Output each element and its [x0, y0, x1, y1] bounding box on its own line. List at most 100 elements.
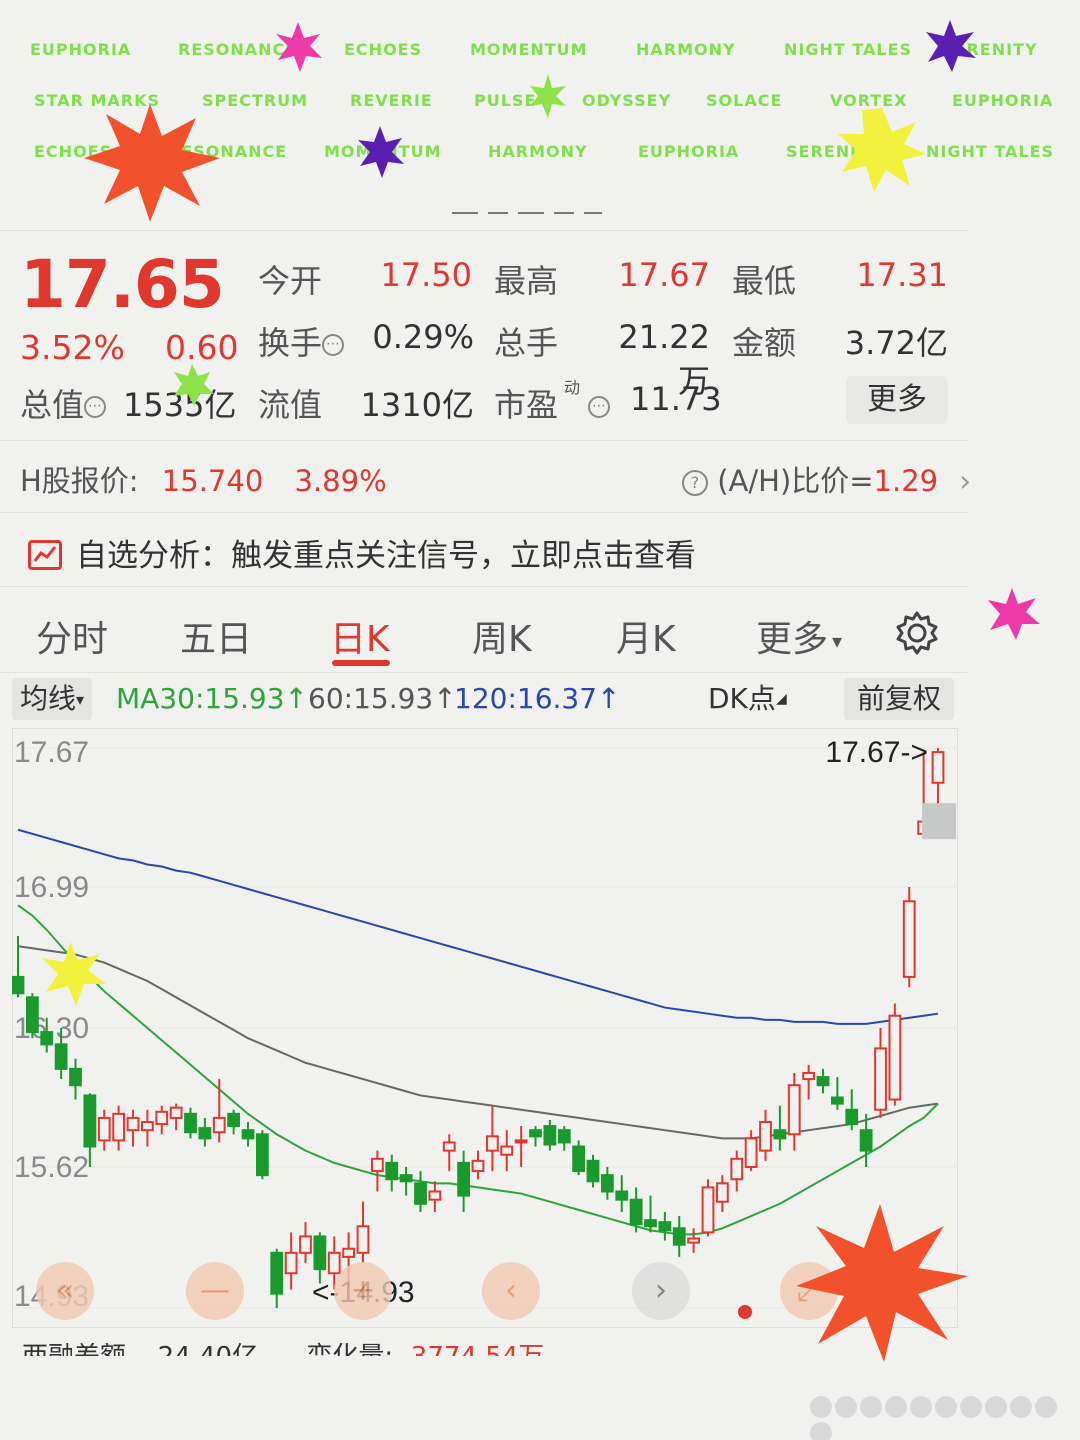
ma60-value: 60:15.93↑ [308, 682, 457, 715]
candle-body [615, 1190, 629, 1201]
change-amount: 0.60 [165, 328, 239, 367]
candle-body [428, 1190, 442, 1201]
scroll-start-button[interactable]: « [36, 1262, 94, 1320]
candle-body [586, 1159, 600, 1183]
tab-weekly-k[interactable]: 周K [472, 610, 532, 662]
candle-body [658, 1221, 672, 1232]
candle-body [342, 1247, 356, 1258]
open-label: 今开 [258, 262, 323, 300]
sticker-word: REVERIE [350, 91, 433, 110]
candle-body [313, 1235, 327, 1271]
tab-more-label: 更多 [756, 619, 829, 660]
candle-body [485, 1135, 499, 1152]
ma-selector[interactable]: 均线▾ [12, 678, 93, 720]
margin-balance-label: 两融差额 [22, 1342, 126, 1356]
candle-body [730, 1157, 744, 1181]
low-label: 最低 [732, 262, 797, 300]
pe-label-text: 市盈 [494, 386, 559, 424]
candle-body [672, 1227, 686, 1246]
sticker-word: HARMONY [488, 142, 588, 161]
candle-body [25, 996, 39, 1034]
adjust-button[interactable]: 前复权 [844, 678, 954, 720]
sticker-word: EUPHORIA [30, 40, 132, 59]
zoom-out-button[interactable]: — [186, 1262, 244, 1320]
tab-more[interactable]: 更多 ▾ [756, 610, 842, 662]
info-icon[interactable]: ⋯ [84, 396, 107, 418]
candle-body [198, 1127, 212, 1140]
divider [0, 512, 968, 513]
divider [0, 230, 968, 231]
analysis-banner[interactable]: 自选分析：触发重点关注信号，立即点击查看 [28, 530, 696, 575]
candle-body [471, 1159, 485, 1173]
candle-body [744, 1137, 758, 1168]
sticker-word: MOMENTUM [470, 40, 588, 59]
candle-body [212, 1116, 226, 1134]
market-value-label[interactable]: 总值 ⋯ [20, 380, 107, 426]
candle-body [457, 1161, 471, 1197]
tab-five-day[interactable]: 五日 [180, 610, 252, 662]
fullscreen-button[interactable]: ⤢ [780, 1262, 838, 1320]
dk-point-button[interactable]: DK点◢ [700, 678, 795, 720]
pe-label[interactable]: 市盈 ⋯ [494, 380, 611, 426]
volume-label: 总手 [494, 324, 559, 362]
page-indicator [810, 1396, 1080, 1440]
up-arrow-icon: ↑ [284, 682, 309, 715]
candle-body [40, 1031, 54, 1046]
margin-balance-value: -24.40亿 [148, 1342, 258, 1356]
candle-body [529, 1129, 542, 1138]
indicator-dot [738, 1305, 752, 1319]
h-share-row: H股报价: 15.740 3.89% [20, 458, 387, 500]
candle-body [773, 1129, 787, 1140]
sticker-word: PULSE [474, 91, 537, 110]
y-tick-label: 16.99 [14, 871, 89, 904]
info-icon[interactable]: ⋯ [322, 334, 345, 356]
tab-minute[interactable]: 分时 [36, 610, 108, 662]
turnover-label[interactable]: 换手 ⋯ [258, 318, 345, 364]
tab-daily-k[interactable]: 日K [330, 610, 390, 662]
candle-body [629, 1198, 643, 1226]
help-icon[interactable]: ? [682, 470, 708, 496]
handle-dashes [452, 212, 602, 218]
candle-body [69, 1067, 82, 1087]
amount-value: 3.72亿 [844, 324, 948, 362]
zoom-in-button[interactable]: + [334, 1262, 392, 1320]
info-icon[interactable]: ⋯ [588, 396, 611, 418]
ah-ratio[interactable]: ? (A/H)比价=1.29 › [682, 458, 971, 500]
sticker-word: EUPHORIA [952, 91, 1054, 110]
tab-monthly-k[interactable]: 月K [616, 610, 676, 662]
sticker-decoration: EUPHORIA RESONANCE ECHOES MOMENTUM HARMO… [0, 0, 1080, 230]
candle-body [399, 1174, 413, 1183]
up-arrow-icon: ↑ [597, 682, 621, 715]
h-share-price: 15.740 [161, 464, 264, 498]
sticker-word: SERENITY [942, 40, 1038, 59]
candle-body [356, 1225, 370, 1254]
h-share-percent: 3.89% [294, 464, 387, 498]
candle-body [126, 1116, 140, 1132]
candle-body [284, 1251, 298, 1275]
sticker-word: MOMENTUM [324, 142, 442, 161]
candle-body [902, 900, 916, 978]
candle-body [140, 1121, 154, 1132]
more-button[interactable]: 更多 [846, 376, 948, 424]
candle-body [112, 1112, 126, 1142]
gear-icon[interactable] [894, 610, 940, 656]
scroll-right-button[interactable]: › [632, 1262, 690, 1320]
h-share-label: H股报价: [20, 464, 139, 498]
sticker-word: HARMONY [636, 40, 736, 59]
ma30-value: MA30:15.93↑ [116, 682, 308, 715]
candle-body [514, 1139, 528, 1144]
turnover-value: 0.29% [372, 318, 474, 356]
candle-body [227, 1112, 241, 1128]
scroll-left-button[interactable]: ‹ [482, 1262, 540, 1320]
open-value: 17.50 [380, 256, 472, 294]
chart-icon [28, 540, 62, 570]
sticker-word: RESONANCE [178, 40, 298, 59]
candle-body [830, 1096, 844, 1105]
high-value: 17.67 [618, 256, 710, 294]
sticker-word: SOLACE [706, 91, 783, 110]
kline-chart[interactable]: 17.6716.9916.3015.6214.9317.67-><-14.93 [12, 728, 958, 1328]
divider [0, 672, 968, 673]
candle-body [385, 1161, 399, 1181]
candle-body [701, 1186, 715, 1234]
candle-body [299, 1235, 312, 1254]
